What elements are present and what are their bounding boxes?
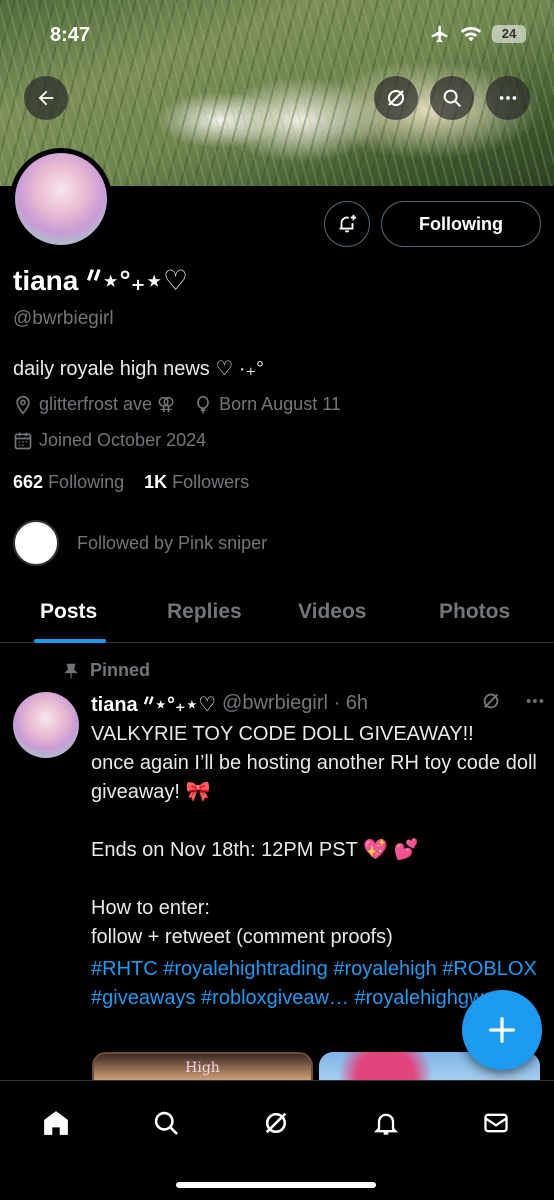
status-time: 8:47 [50,24,91,46]
followers-label: Followers [172,472,250,492]
pin-icon [64,663,78,678]
mail-icon [484,1113,508,1133]
battery-indicator: 24 [492,25,526,43]
post-header: tiana ᐥ⋆°₊⋆♡ @bwrbiegirl · 6h [91,692,368,717]
post-author-name[interactable]: tiana ᐥ⋆°₊⋆♡ [91,692,216,717]
search-icon [154,1111,178,1135]
active-tab-indicator [34,639,106,643]
more-icon [499,96,517,100]
bell-icon [373,1113,399,1135]
post-text: VALKYRIE TOY CODE DOLL GIVEAWAY!! once a… [91,723,537,948]
post-media-1-label: High [185,1060,220,1076]
followed-by-text: Followed by Pink sniper [77,532,268,553]
profile-bio: daily royale high news ♡ ·₊° [13,358,265,380]
plus-icon [489,1017,515,1043]
follow-counts: 662 Following 1K Followers [13,472,249,493]
search-icon [443,89,461,107]
profile-name: tiana ᐥ⋆°₊⋆♡ [13,265,189,296]
notifications-toggle-button[interactable] [324,201,370,247]
grok-icon [388,90,404,106]
airplane-icon [431,25,448,43]
followers-link[interactable]: 1K Followers [144,472,249,492]
profile-handle: @bwrbiegirl [13,308,114,329]
nav-home[interactable] [36,1103,76,1143]
follower-avatar [13,520,59,566]
profile-joined-row: Joined October 2024 [13,430,206,451]
search-button[interactable] [430,76,474,120]
nav-messages[interactable] [476,1103,516,1143]
tab-replies[interactable]: Replies [167,600,242,624]
calendar-icon [14,432,32,449]
tab-photos[interactable]: Photos [439,600,510,624]
nav-notifications[interactable] [366,1103,406,1143]
profile-tabs: Posts Replies Videos Photos [0,580,554,643]
more-icon[interactable] [524,690,546,712]
home-icon [44,1111,68,1135]
following-button[interactable]: Following [381,201,541,247]
grok-icon[interactable] [480,690,502,712]
pinned-label: Pinned [90,660,151,680]
grok-icon [265,1112,287,1134]
post-actions-top [480,690,546,712]
profile-joined: Joined October 2024 [39,430,207,450]
profile-meta-row: glitterfrost ave ⚢ Born August 11 [13,394,341,415]
profile-avatar[interactable] [10,148,112,250]
nav-grok[interactable] [256,1103,296,1143]
pinned-indicator: Pinned [62,660,150,681]
following-count: 662 [13,472,44,492]
followed-by-row[interactable]: Followed by Pink sniper [13,520,267,566]
location-icon [16,395,30,415]
tab-videos[interactable]: Videos [298,600,366,624]
back-button[interactable] [24,76,68,120]
tab-posts[interactable]: Posts [40,600,97,624]
home-indicator [176,1182,376,1188]
following-link[interactable]: 662 Following [13,472,124,492]
wifi-icon [460,26,482,42]
post-handle-time[interactable]: @bwrbiegirl · 6h [222,692,368,717]
bell-plus-icon [339,214,357,233]
post-author-avatar[interactable] [13,692,79,758]
followers-count: 1K [144,472,168,492]
avatar-image [15,153,107,245]
profile-location: glitterfrost ave ⚢ [39,394,176,414]
back-arrow-icon [38,90,54,106]
following-label: Following [48,472,125,492]
grok-button[interactable] [374,76,418,120]
status-icons: 24 [430,24,526,44]
status-bar: 8:47 24 [0,0,554,64]
balloon-icon [197,395,209,413]
nav-search[interactable] [146,1103,186,1143]
more-button[interactable] [486,76,530,120]
compose-post-button[interactable] [462,990,542,1070]
profile-birthday: Born August 11 [219,394,341,414]
